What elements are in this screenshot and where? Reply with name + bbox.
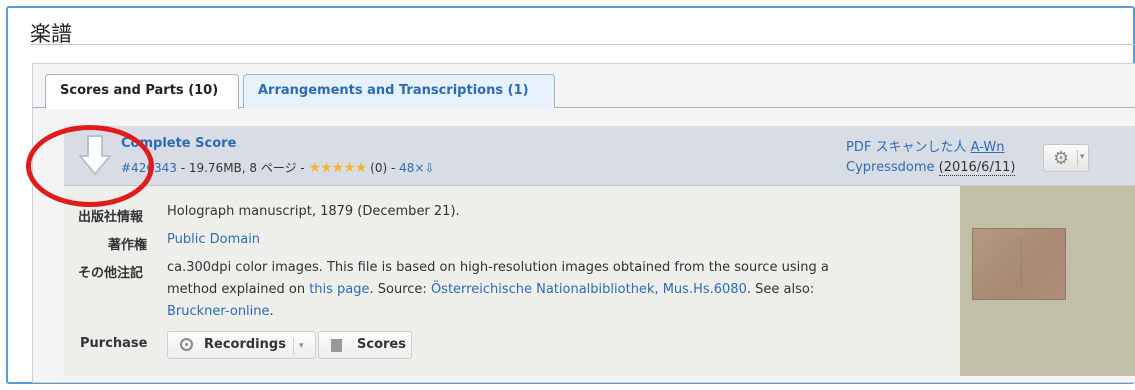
notes-text: ca.300dpi color images. This file is bas…	[167, 257, 947, 323]
disc-icon	[180, 338, 193, 351]
sheet-music-icon	[331, 339, 342, 352]
notes-text-part: . Source:	[369, 282, 431, 297]
tab-arrangements-and-transcriptions[interactable]: Arrangements and Transcriptions (1)	[243, 74, 555, 108]
chevron-down-icon: ▾	[299, 341, 304, 351]
notes-text-part: .	[269, 304, 274, 319]
scanner-line: Cypressdome (2016/6/11)	[846, 160, 1016, 176]
scan-type: PDF スキャンした人	[846, 140, 971, 155]
button-separator	[1077, 150, 1078, 166]
scores-button[interactable]: Scores	[318, 331, 412, 359]
notes-label: その他注記	[78, 266, 144, 281]
bruckner-online-link[interactable]: Bruckner-online	[167, 304, 270, 319]
publisher-value: Holograph manuscript, 1879 (December 21)…	[167, 204, 460, 219]
score-thumbnail[interactable]	[972, 228, 1066, 300]
file-options-button[interactable]: ⚙ ▾	[1043, 144, 1089, 172]
purchase-label: Purchase	[80, 336, 148, 351]
upload-date: (2016/6/11)	[938, 160, 1016, 176]
button-separator	[293, 338, 294, 354]
rating-stars-icon[interactable]: ★★★★★	[309, 160, 368, 176]
notes-line-1: ca.300dpi color images. This file is bas…	[167, 260, 829, 275]
recordings-label: Recordings	[204, 337, 286, 352]
notes-text-part: . See also:	[746, 282, 815, 297]
gear-icon: ⚙	[1053, 148, 1070, 169]
file-header	[64, 126, 1135, 186]
file-size-pages: - 19.76MB, 8 ページ -	[176, 161, 309, 175]
download-count-link[interactable]: 48×⇩	[399, 161, 434, 175]
title-divider	[30, 44, 1135, 45]
highlight-circle	[26, 125, 154, 207]
scan-info-line: PDF スキャンした人 A-Wn	[846, 136, 1004, 155]
scanner-link-awn[interactable]: A-Wn	[971, 140, 1005, 155]
copyright-label: 著作権	[108, 238, 148, 253]
copyright-link[interactable]: Public Domain	[167, 229, 260, 251]
notes-text-part: method explained on	[167, 282, 310, 297]
recordings-button[interactable]: Recordings ▾	[167, 331, 316, 359]
source-library-link[interactable]: Österreichische Nationalbibliothek, Mus.…	[431, 282, 747, 297]
publisher-label: 出版社情報	[78, 210, 144, 225]
scanner-link-cypressdome[interactable]: Cypressdome	[846, 160, 935, 175]
chevron-down-icon: ▾	[1080, 152, 1085, 162]
tab-scores-and-parts[interactable]: Scores and Parts (10)	[45, 74, 239, 109]
rating-count: (0) -	[366, 161, 400, 175]
file-meta: #426343 - 19.76MB, 8 ページ - ★★★★★ (0) - 4…	[121, 159, 435, 176]
scores-label: Scores	[357, 337, 406, 352]
this-page-link[interactable]: this page	[309, 282, 369, 297]
